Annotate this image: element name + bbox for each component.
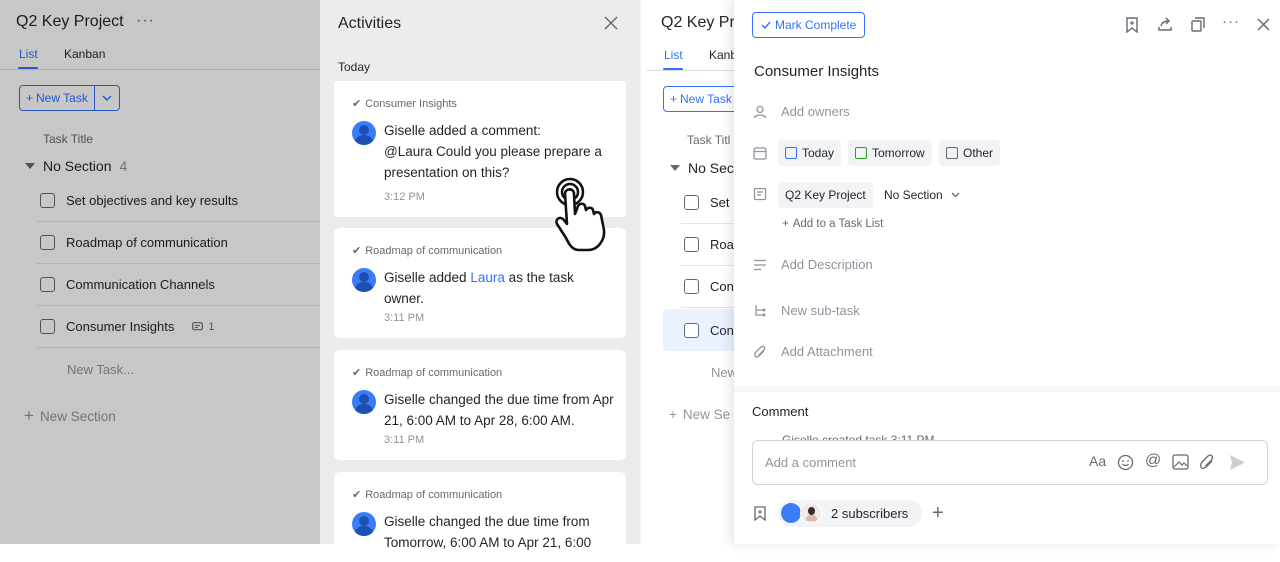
column-header-task-title: Task Titl xyxy=(687,133,731,147)
comment-placeholder: Add a comment xyxy=(765,455,857,470)
send-icon[interactable] xyxy=(1229,454,1246,471)
project-title: Q2 Key Pro xyxy=(661,14,744,31)
table-row[interactable]: Roa xyxy=(681,224,741,266)
section-divider xyxy=(734,386,1280,392)
calendar-icon xyxy=(855,147,867,159)
activities-panel: Activities Today ✔ Consumer Insights Gise… xyxy=(320,0,640,562)
section-select[interactable]: No Section xyxy=(884,188,960,202)
close-icon[interactable] xyxy=(1257,18,1270,31)
task-title[interactable]: Consumer Insights xyxy=(754,63,879,80)
bookmark-icon[interactable] xyxy=(1125,17,1139,33)
share-icon[interactable] xyxy=(1157,17,1173,32)
paperclip-icon xyxy=(754,345,766,358)
close-icon[interactable] xyxy=(604,14,618,35)
avatar xyxy=(780,502,802,524)
paperclip-icon[interactable] xyxy=(1199,454,1215,471)
user-link: Laura xyxy=(470,270,505,285)
activity-text: Giselle added Laura as the task owner. xyxy=(384,270,574,306)
activity-time: 3:11 PM xyxy=(384,312,425,324)
avatar xyxy=(800,502,822,524)
activity-task-name[interactable]: ✔ Roadmap of communication xyxy=(352,244,502,258)
activity-text: Giselle changed the due time from Tomorr… xyxy=(384,514,592,550)
comment-peek: Giselle created task 3:11 PM xyxy=(782,433,935,440)
calendar-icon xyxy=(785,147,797,159)
person-icon xyxy=(753,105,767,119)
activity-card[interactable]: ✔ Roadmap of communication Giselle change… xyxy=(334,350,626,460)
check-icon: ✔ xyxy=(352,98,362,110)
due-other-chip[interactable]: Other xyxy=(939,140,1001,166)
activities-title: Activities xyxy=(338,15,402,32)
task-rows: Set Roa Con xyxy=(681,182,741,308)
mark-complete-button[interactable]: Mark Complete xyxy=(752,12,866,38)
project-icon xyxy=(753,187,767,201)
tab-list[interactable]: List xyxy=(664,48,683,62)
image-icon[interactable] xyxy=(1172,454,1189,470)
calendar-icon xyxy=(753,147,767,160)
activity-group-label: Today xyxy=(338,60,371,74)
plus-icon: + xyxy=(782,218,789,230)
task-detail-panel: Mark Complete ··· Consumer Insights Add … xyxy=(734,0,1280,544)
project-chip[interactable]: Q2 Key Project xyxy=(778,182,873,208)
mention-icon[interactable]: @ xyxy=(1145,452,1161,470)
more-icon[interactable]: ··· xyxy=(1222,13,1240,30)
add-owners[interactable]: Add owners xyxy=(781,104,850,119)
new-section-button[interactable]: + New Se xyxy=(669,407,730,422)
avatar xyxy=(352,390,376,414)
due-tomorrow-chip[interactable]: Tomorrow xyxy=(848,140,932,166)
add-description[interactable]: Add Description xyxy=(781,257,873,272)
add-to-task-list[interactable]: + Add to a Task List xyxy=(782,218,883,230)
due-today-chip[interactable]: Today xyxy=(778,140,842,166)
calendar-icon xyxy=(946,147,958,159)
activity-text: Giselle changed the due time from Apr 21… xyxy=(384,392,614,428)
subscribe-icon[interactable] xyxy=(753,506,767,521)
check-icon xyxy=(761,21,771,29)
chevron-down-icon xyxy=(951,192,960,198)
activity-task-name[interactable]: ✔ Consumer Insights xyxy=(352,97,457,111)
text-format-icon[interactable]: Aa xyxy=(1089,453,1106,469)
subscribers-chip[interactable]: 2 subscribers xyxy=(778,500,922,527)
emoji-icon[interactable] xyxy=(1117,454,1134,471)
check-icon: ✔ xyxy=(352,367,362,379)
new-subtask[interactable]: New sub-task xyxy=(781,303,860,318)
table-row[interactable]: Set xyxy=(681,182,741,224)
subscribers-count: 2 subscribers xyxy=(831,506,909,521)
activity-time: 3:11 PM xyxy=(384,434,425,446)
comment-heading: Comment xyxy=(752,404,809,419)
check-icon: ✔ xyxy=(352,489,362,501)
add-subscriber-icon[interactable]: + xyxy=(932,502,944,525)
tap-gesture-icon xyxy=(555,177,606,252)
avatar xyxy=(352,268,376,292)
activity-task-name[interactable]: ✔ Roadmap of communication xyxy=(352,488,502,502)
subtask-icon xyxy=(755,305,766,317)
table-row[interactable]: Con xyxy=(681,266,741,308)
tabs-divider xyxy=(646,70,746,71)
copy-icon[interactable] xyxy=(1191,17,1205,32)
avatar xyxy=(352,121,376,145)
activity-task-name[interactable]: ✔ Roadmap of communication xyxy=(352,366,502,380)
check-icon: ✔ xyxy=(352,245,362,257)
tab-kanban[interactable]: Kanb xyxy=(709,48,737,62)
section-header[interactable]: No Sect xyxy=(670,160,738,176)
description-icon xyxy=(754,259,766,271)
comment-input[interactable]: Add a comment Aa @ xyxy=(752,440,1268,485)
activity-time: 3:12 PM xyxy=(384,191,425,203)
add-attachment[interactable]: Add Attachment xyxy=(781,344,873,359)
avatar xyxy=(352,512,376,536)
table-row-selected[interactable]: Con xyxy=(663,309,743,351)
activity-card[interactable]: ✔ Roadmap of communication Giselle change… xyxy=(334,472,626,562)
